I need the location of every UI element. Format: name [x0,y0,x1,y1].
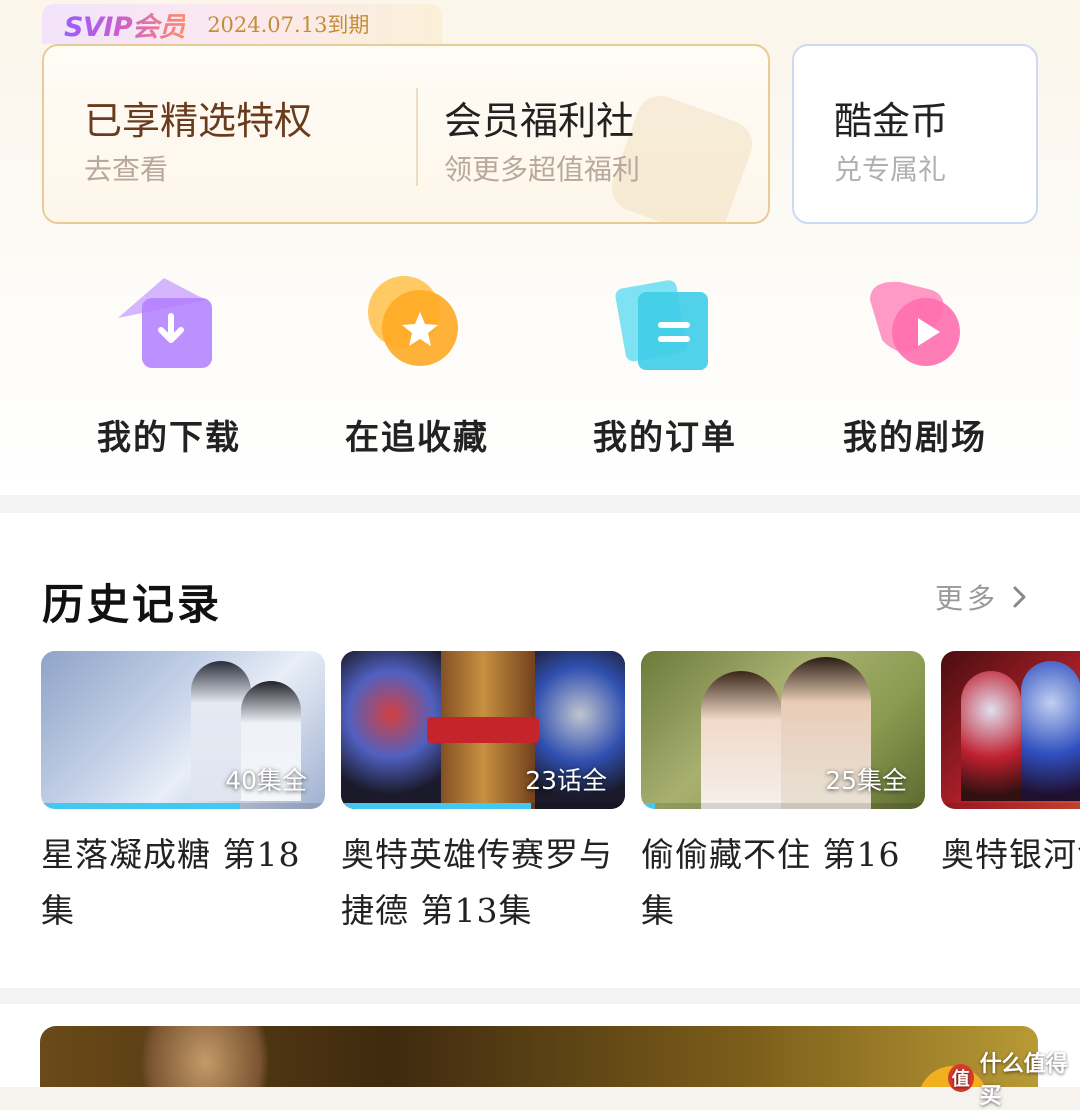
history-item-title: 奥特英雄传赛罗与捷德 第13集 [341,835,613,930]
quick-action-label: 我的订单 [593,418,737,458]
welfare-button[interactable]: 会员福利社 领更多超值福利 [418,46,768,222]
section-divider [0,495,1080,513]
privilege-subtitle: 去查看 [84,153,169,186]
expiry-date: 2024.07.13到期 [207,13,370,37]
history-thumbnail [941,651,1080,809]
history-item-title: 星落凝成糖 第18集 [41,835,301,930]
more-label: 更多 [935,582,1000,615]
history-item[interactable]: 23话全 奥特英雄传赛罗与捷德 第13集 [341,651,625,939]
quick-action-label: 我的下载 [97,418,241,458]
section-divider [0,988,1080,1004]
privilege-card: 已享精选特权 去查看 会员福利社 领更多超值福利 [42,44,770,224]
svip-label: SVIP会员 [64,5,186,44]
history-item[interactable]: 40集全 星落凝成糖 第18集 [41,651,325,939]
history-thumbnail: 23话全 [341,651,625,809]
quick-action-download[interactable]: 我的下载 [54,270,274,460]
star-icon [368,276,458,366]
promo-banner[interactable] [40,1026,1038,1087]
watermark-logo-icon: 值 [948,1064,974,1092]
promo-section [0,1004,1080,1087]
history-thumbnail: 25集全 [641,651,925,809]
welfare-title: 会员福利社 [444,99,635,143]
quick-action-favorites[interactable]: 在追收藏 [302,270,522,460]
watermark-text: 什么值得买 [979,1052,1068,1109]
history-section: 历史记录 更多 40集全 星落凝成糖 第18集 23话全 奥特英雄传赛罗与捷德 … [0,513,1080,988]
site-watermark: 值 什么值得买 [948,1046,1080,1110]
progress-bar [41,803,240,809]
quick-action-orders[interactable]: 我的订单 [550,270,770,460]
progress-bar [641,803,656,809]
progress-bar [341,803,532,809]
quick-action-label: 在追收藏 [345,418,489,458]
episode-badge: 25集全 [825,766,907,795]
episode-badge: 23话全 [525,766,607,795]
history-title: 历史记录 [42,580,223,629]
banner-figure [140,1026,270,1087]
history-item-title: 偷偷藏不住 第16集 [641,835,901,930]
quick-action-theater[interactable]: 我的剧场 [800,270,1020,460]
svip-badge[interactable]: SVIP会员 2024.07.13到期 [42,4,442,44]
download-icon [118,278,212,368]
history-thumbnail: 40集全 [41,651,325,809]
privilege-button[interactable]: 已享精选特权 去查看 [44,46,416,222]
progress-track [641,803,925,809]
play-icon [870,281,960,366]
chevron-right-icon [1013,586,1026,608]
privilege-title: 已享精选特权 [84,99,313,143]
history-item-title: 奥特银河命运的冲 [941,835,1080,874]
coins-title: 酷金币 [834,99,949,143]
history-item[interactable]: 25集全 偷偷藏不住 第16集 [641,651,925,939]
history-more-button[interactable]: 更多 [935,577,1033,617]
coins-subtitle: 兑专属礼 [834,153,947,186]
quick-action-label: 我的剧场 [843,418,987,458]
episode-badge: 40集全 [225,766,307,795]
order-icon [615,280,708,370]
coins-card[interactable]: 酷金币 兑专属礼 [792,44,1038,224]
welfare-subtitle: 领更多超值福利 [444,153,641,186]
history-item[interactable]: 奥特银河命运的冲 [941,651,1080,883]
progress-track [941,803,1080,809]
